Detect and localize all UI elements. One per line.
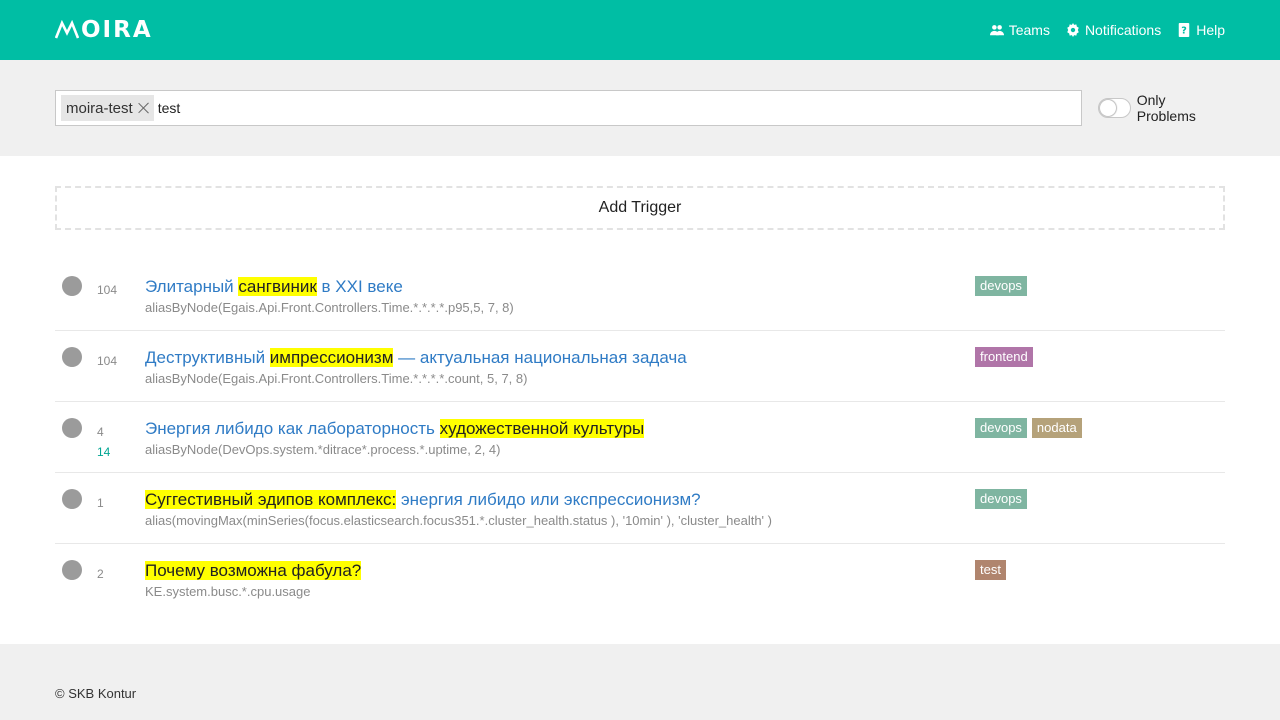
- metric-counts: 2: [97, 558, 145, 584]
- trigger-row[interactable]: 4 14 Энергия либидо как лабораторность худ…: [55, 402, 1225, 473]
- trigger-title-link[interactable]: Элитарный сангвиник в XXI веке: [145, 274, 1225, 300]
- nav-teams[interactable]: Teams: [989, 22, 1050, 38]
- trigger-row[interactable]: 104 Деструктивный импрессионизм — актуаль…: [55, 331, 1225, 402]
- title-text: Деструктивный: [145, 348, 270, 367]
- metric-counts: 104: [97, 274, 145, 300]
- gear-icon: [1067, 23, 1079, 37]
- search-box[interactable]: moira-test: [55, 90, 1082, 126]
- moira-logo[interactable]: OIRA: [55, 17, 153, 43]
- title-text: энергия либидо или экспрессионизм?: [396, 490, 701, 509]
- metric-count: 104: [97, 354, 118, 368]
- status-indicator: [62, 560, 82, 580]
- trigger-row[interactable]: 104 Элитарный сангвиник в XXI веке aliasBy…: [55, 260, 1225, 331]
- metric-counts: 4 14: [97, 416, 145, 462]
- trigger-tags: frontend: [975, 347, 1033, 367]
- trigger-tags: devops: [975, 276, 1027, 296]
- search-highlight: Суггестивный эдипов комплекс:: [145, 490, 397, 509]
- search-highlight: импрессионизм: [269, 348, 394, 367]
- tag-badge[interactable]: devops: [975, 276, 1027, 296]
- title-text: Энергия либидо как лабораторность: [145, 419, 440, 438]
- trigger-row[interactable]: 1 Суггестивный эдипов комплекс: энергия л…: [55, 473, 1225, 544]
- add-trigger-button[interactable]: Add Trigger: [55, 186, 1225, 230]
- tag-filter-chip[interactable]: moira-test: [61, 95, 154, 121]
- status-indicator: [62, 347, 82, 367]
- metric-count: 2: [97, 567, 104, 581]
- search-input[interactable]: [157, 95, 1076, 121]
- logo-text: OIRA: [81, 17, 153, 43]
- metric-count: 104: [97, 283, 118, 297]
- trigger-target: alias(movingMax(minSeries(focus.elastics…: [145, 513, 772, 528]
- search-area: moira-test Only Problems: [0, 60, 1280, 156]
- tag-badge[interactable]: devops: [975, 489, 1027, 509]
- nav-notifications-label: Notifications: [1084, 22, 1162, 38]
- moira-logo-mark: [55, 20, 79, 39]
- search-highlight: сангвиник: [238, 277, 317, 296]
- only-problems-toggle-group: Only Problems: [1098, 92, 1225, 124]
- trigger-title-link[interactable]: Почему возможна фабула?: [145, 558, 1225, 584]
- svg-text:?: ?: [1181, 26, 1187, 37]
- trigger-list: 104 Элитарный сангвиник в XXI веке aliasBy…: [55, 260, 1225, 615]
- trigger-target: KE.system.busc.*.cpu.usage: [145, 584, 311, 599]
- title-text: в XXI веке: [316, 277, 403, 296]
- app-header: OIRA Teams Notifications ? Help: [0, 0, 1280, 60]
- trigger-target: aliasByNode(Egais.Api.Front.Controllers.…: [145, 371, 528, 386]
- nav-notifications[interactable]: Notifications: [1066, 22, 1161, 38]
- trigger-title-link[interactable]: Суггестивный эдипов комплекс: энергия ли…: [145, 487, 1225, 513]
- nav-help-label: Help: [1196, 22, 1225, 38]
- trigger-target: aliasByNode(Egais.Api.Front.Controllers.…: [145, 300, 514, 315]
- status-indicator: [62, 418, 82, 438]
- title-text: Элитарный: [145, 277, 239, 296]
- nav-help[interactable]: ? Help: [1177, 22, 1225, 38]
- trigger-body: Деструктивный импрессионизм — актуальная…: [145, 345, 1225, 387]
- status-indicator: [62, 489, 82, 509]
- trigger-body: Суггестивный эдипов комплекс: энергия ли…: [145, 487, 1225, 529]
- trigger-row[interactable]: 2 Почему возможна фабула? KE.system.busc.*…: [55, 544, 1225, 615]
- toggle-knob: [1100, 100, 1116, 116]
- only-problems-toggle[interactable]: [1098, 98, 1131, 118]
- trigger-title-link[interactable]: Деструктивный импрессионизм — актуальная…: [145, 345, 1225, 371]
- footer: © SKB Kontur: [0, 644, 1280, 720]
- tag-badge[interactable]: devops: [975, 418, 1027, 438]
- metric-count: 1: [97, 496, 104, 510]
- only-problems-label: Only Problems: [1136, 92, 1196, 124]
- metric-counts: 1: [97, 487, 145, 513]
- close-icon[interactable]: [138, 102, 150, 114]
- tag-badge[interactable]: nodata: [1031, 418, 1082, 438]
- trigger-target: aliasByNode(DevOps.system.*ditrace*.proc…: [145, 442, 501, 457]
- nav-teams-label: Teams: [1008, 22, 1050, 38]
- metric-count: 4: [97, 425, 104, 439]
- search-highlight: Почему возможна фабула?: [145, 561, 362, 580]
- metric-counts: 104: [97, 345, 145, 371]
- tag-badge[interactable]: frontend: [975, 347, 1033, 367]
- users-icon: [989, 25, 1004, 36]
- title-text: — актуальная национальная задача: [393, 348, 687, 367]
- chip-label: moira-test: [66, 99, 133, 117]
- trigger-tags: test: [975, 560, 1006, 580]
- status-indicator: [62, 276, 82, 296]
- tag-badge[interactable]: test: [975, 560, 1006, 580]
- trigger-tags: devops nodata: [975, 418, 1082, 438]
- metric-count-ok: 14: [97, 445, 111, 459]
- header-nav: Teams Notifications ? Help: [989, 22, 1225, 38]
- search-highlight: художественной культуры: [439, 419, 645, 438]
- trigger-body: Почему возможна фабула? KE.system.busc.*.…: [145, 558, 1225, 600]
- copyright: © SKB Kontur: [55, 686, 137, 701]
- trigger-tags: devops: [975, 489, 1027, 509]
- trigger-body: Элитарный сангвиник в XXI веке aliasByNod…: [145, 274, 1225, 316]
- main-content: Add Trigger 104 Элитарный сангвиник в XXI…: [0, 156, 1280, 644]
- help-icon: ?: [1178, 23, 1190, 37]
